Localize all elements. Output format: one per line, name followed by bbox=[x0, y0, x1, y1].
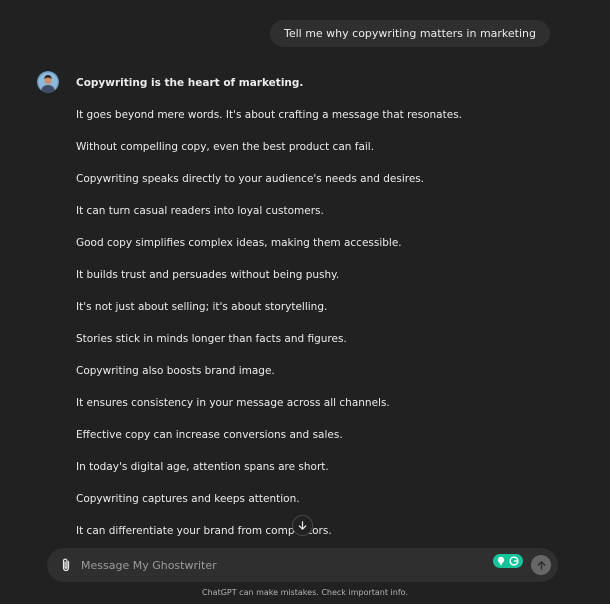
assistant-line: It's not just about selling; it's about … bbox=[76, 301, 328, 313]
assistant-line: Good copy simplifies complex ideas, maki… bbox=[76, 237, 402, 249]
disclaimer-text: ChatGPT can make mistakes. Check importa… bbox=[202, 588, 408, 597]
assistant-message: Copywriting is the heart of marketing. I… bbox=[76, 73, 556, 542]
assistant-line: Copywriting captures and keeps attention… bbox=[76, 493, 300, 505]
assistant-line: Copywriting is the heart of marketing. bbox=[76, 77, 304, 89]
assistant-line: Effective copy can increase conversions … bbox=[76, 429, 343, 441]
assistant-line: Copywriting speaks directly to your audi… bbox=[76, 173, 425, 185]
arrow-down-icon bbox=[298, 521, 307, 530]
attach-button[interactable] bbox=[58, 557, 74, 573]
user-message-bubble: Tell me why copywriting matters in marke… bbox=[269, 20, 550, 47]
arrow-up-icon bbox=[537, 560, 545, 570]
scroll-to-bottom-button[interactable] bbox=[292, 515, 313, 536]
assistant-line: Stories stick in minds longer than facts… bbox=[76, 333, 347, 345]
assistant-line: It can differentiate your brand from com… bbox=[76, 525, 332, 537]
paperclip-icon bbox=[62, 558, 70, 572]
message-input[interactable] bbox=[81, 548, 481, 582]
avatar-icon bbox=[37, 71, 59, 93]
user-message-text: Tell me why copywriting matters in marke… bbox=[283, 27, 536, 40]
assistant-line: Copywriting also boosts brand image. bbox=[76, 365, 275, 377]
grammarly-widget[interactable] bbox=[493, 553, 525, 569]
assistant-line: It ensures consistency in your message a… bbox=[76, 397, 390, 409]
assistant-line: It builds trust and persuades without be… bbox=[76, 269, 340, 281]
assistant-line: Without compelling copy, even the best p… bbox=[76, 141, 375, 153]
assistant-line: It goes beyond mere words. It's about cr… bbox=[76, 109, 462, 121]
chat-app: Tell me why copywriting matters in marke… bbox=[0, 0, 610, 604]
assistant-avatar bbox=[37, 71, 59, 93]
assistant-line: In today's digital age, attention spans … bbox=[76, 461, 329, 473]
grammarly-icon bbox=[493, 554, 523, 568]
message-composer bbox=[47, 548, 558, 582]
assistant-line: It can turn casual readers into loyal cu… bbox=[76, 205, 324, 217]
send-button[interactable] bbox=[531, 555, 551, 575]
